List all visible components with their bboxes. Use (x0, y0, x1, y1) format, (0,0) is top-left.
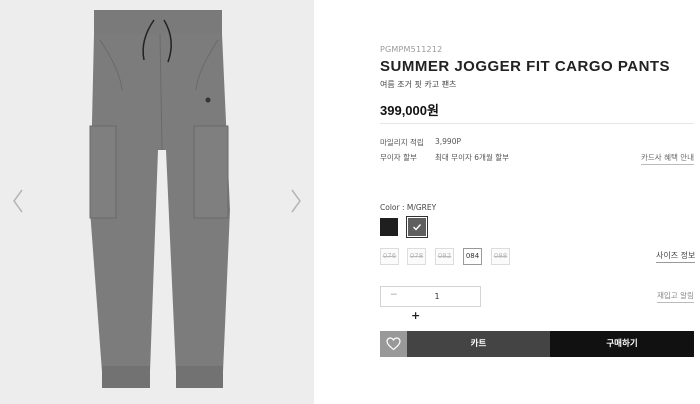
buy-now-button[interactable]: 구매하기 (550, 331, 694, 357)
product-subtitle: 여름 조거 핏 카고 팬츠 (380, 80, 457, 89)
restock-alert-link[interactable]: 재입고 알림 (657, 290, 694, 303)
mileage-value: 3,990P (435, 137, 461, 146)
quantity-plus-button[interactable]: + (411, 309, 420, 322)
add-to-cart-button[interactable]: 카트 (407, 331, 550, 357)
wishlist-button[interactable] (380, 331, 407, 357)
size-guide-link[interactable]: 사이즈 정보 (656, 250, 696, 263)
size-option-082[interactable]: 082 (435, 248, 454, 265)
mileage-label: 마일리지 적립 (380, 138, 424, 147)
price-divider (380, 123, 694, 124)
product-price: 399,000원 (380, 103, 439, 118)
card-benefit-link[interactable]: 카드사 혜택 안내 (641, 152, 695, 165)
size-option-076[interactable]: 076 (380, 248, 399, 265)
chevron-left-icon (13, 189, 23, 213)
chevron-right-icon (291, 189, 301, 213)
installment-label: 무이자 할부 (380, 153, 417, 162)
product-info-panel: PGMPM511212 SUMMER JOGGER FIT CARGO PANT… (314, 0, 700, 404)
check-icon (413, 224, 422, 231)
color-swatch-m-grey[interactable] (406, 216, 428, 238)
color-label: Color : M/GREY (380, 203, 437, 212)
heart-icon (386, 337, 401, 351)
quantity-value[interactable]: 1 (427, 292, 447, 301)
size-option-084[interactable]: 084 (463, 248, 482, 265)
gallery-prev-button[interactable] (8, 186, 28, 216)
product-code: PGMPM511212 (380, 45, 443, 54)
gallery-next-button[interactable] (286, 186, 306, 216)
quantity-stepper: − 1 (380, 286, 481, 307)
product-title: SUMMER JOGGER FIT CARGO PANTS (380, 58, 671, 75)
quantity-minus-button[interactable]: − (390, 290, 398, 300)
size-option-078[interactable]: 078 (407, 248, 426, 265)
product-gallery (0, 0, 314, 404)
size-option-088[interactable]: 088 (491, 248, 510, 265)
pants-product-image (89, 10, 230, 388)
color-swatch-black[interactable] (380, 218, 398, 236)
installment-value: 최대 무이자 6개월 할부 (435, 153, 510, 162)
